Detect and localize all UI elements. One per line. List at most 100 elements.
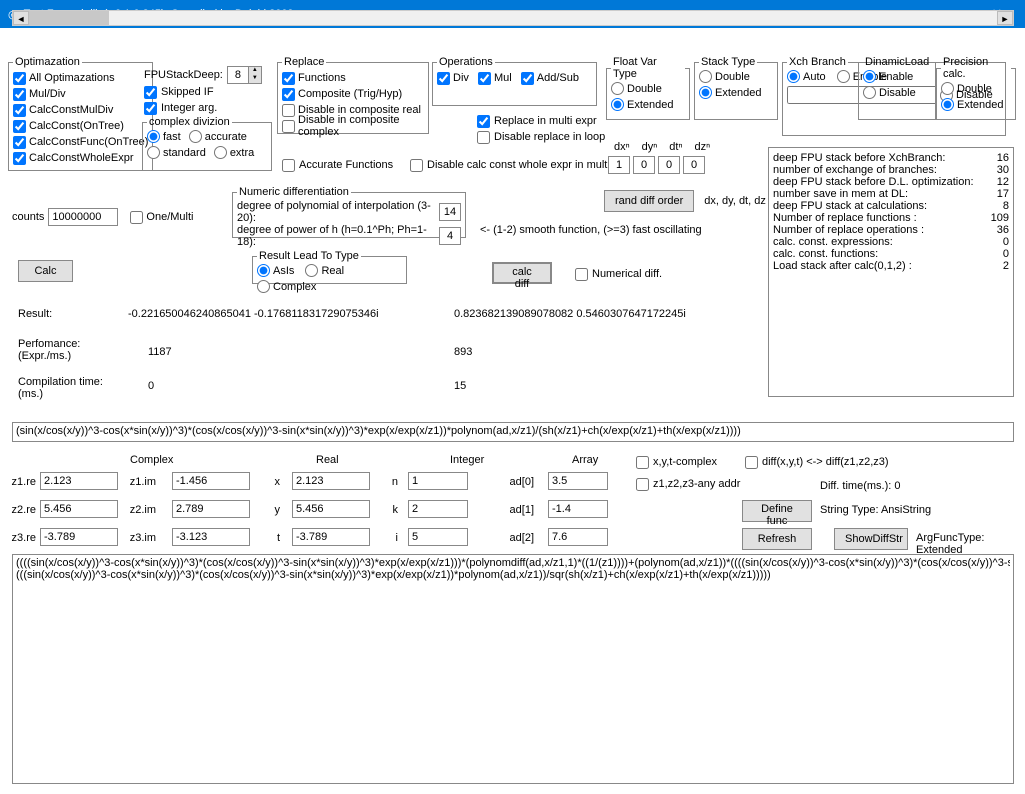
expression-input[interactable]: (sin(x/cos(x/y))^3-cos(x*sin(x/y))^3)*(c… — [12, 422, 1014, 442]
chk-numerical-diff[interactable] — [575, 268, 588, 281]
optimization-group: Optimazation All Optimazations Mul/Div C… — [8, 56, 153, 171]
t-input[interactable] — [292, 528, 370, 546]
result-lead-group: Result Lead To Type AsIs Real Complex — [252, 250, 407, 284]
rlt-asis[interactable] — [257, 264, 270, 277]
dz-input[interactable] — [683, 156, 705, 174]
counts-label: counts — [12, 211, 44, 223]
ad2-input[interactable] — [548, 528, 608, 546]
rlt-complex[interactable] — [257, 280, 270, 293]
opt-calcconstmuldiv[interactable] — [13, 104, 26, 117]
rlt-real[interactable] — [305, 264, 318, 277]
rand-diff-order-button[interactable]: rand diff order — [604, 190, 694, 212]
k-input[interactable] — [408, 500, 468, 518]
opt-calcconst-ontree[interactable] — [13, 120, 26, 133]
ndiff-note: <- (1-2) smooth function, (>=3) fast osc… — [480, 224, 702, 236]
result-label: Result: — [18, 308, 52, 320]
chk-disable-composite-complex[interactable] — [282, 120, 295, 133]
scroll-right-icon[interactable]: ► — [997, 11, 1013, 25]
chk-xyt-complex[interactable] — [636, 456, 649, 469]
y-input[interactable] — [292, 500, 370, 518]
ad1-input[interactable] — [548, 500, 608, 518]
x-input[interactable] — [292, 472, 370, 490]
operations-group: Operations Div Mul Add/Sub — [432, 56, 597, 106]
diff-time: Diff. time(ms.): 0 — [820, 480, 900, 492]
z3im-input[interactable] — [172, 528, 250, 546]
comp-label: Compilation time: (ms.) — [18, 376, 128, 400]
ad0-input[interactable] — [548, 472, 608, 490]
prec-double[interactable] — [941, 82, 954, 95]
opt-all[interactable] — [13, 72, 26, 85]
complex-division-group: complex divizion fastaccurate standardex… — [142, 116, 272, 171]
chk-accurate-functions[interactable] — [282, 159, 295, 172]
comp-value-1: 0 — [148, 380, 154, 392]
n-input[interactable] — [408, 472, 468, 490]
chk-integer-arg[interactable] — [144, 102, 157, 115]
opt-calcconstfunc[interactable] — [13, 136, 26, 149]
chk-replace-composite[interactable] — [282, 88, 295, 101]
fvt-double[interactable] — [611, 82, 624, 95]
floatvartype-group: Float Var Type Double Extended — [606, 56, 690, 120]
chk-disable-calc-const-whole[interactable] — [410, 159, 423, 172]
arg-func-type: ArgFuncType: Extended — [916, 532, 1025, 556]
z2re-input[interactable] — [40, 500, 118, 518]
chk-any-addr[interactable] — [636, 478, 649, 491]
z1re-input[interactable] — [40, 472, 118, 490]
counts-input[interactable] — [48, 208, 118, 226]
fpu-spin[interactable]: ▲▼ — [249, 66, 262, 84]
show-diff-str-button[interactable]: ShowDiffStr — [834, 528, 908, 550]
chk-diff-xyt[interactable] — [745, 456, 758, 469]
replace-group: Replace Functions Composite (Trig/Hyp) D… — [277, 56, 429, 134]
stype-double[interactable] — [699, 70, 712, 83]
poly-degree-input[interactable] — [439, 203, 461, 221]
define-func-button[interactable]: Define func — [742, 500, 812, 522]
z2im-input[interactable] — [172, 500, 250, 518]
z3re-input[interactable] — [40, 528, 118, 546]
stype-extended[interactable] — [699, 86, 712, 99]
fpu-stack-deep[interactable] — [227, 66, 249, 84]
h-degree-input[interactable] — [439, 227, 461, 245]
chk-disable-replace-loop[interactable] — [477, 131, 490, 144]
xch-enable[interactable] — [837, 70, 850, 83]
opt-calcconstwhole[interactable] — [13, 152, 26, 165]
chk-replace-multi[interactable] — [477, 115, 490, 128]
result-value-1: -0.221650046240865041 -0.176811831729075… — [128, 308, 379, 320]
precision-group: Precision calc. Double Extended — [936, 56, 1016, 120]
cdiv-fast[interactable] — [147, 130, 160, 143]
chk-op-div[interactable] — [437, 72, 450, 85]
dt-input[interactable] — [658, 156, 680, 174]
calc-button[interactable]: Calc — [18, 260, 73, 282]
chk-skipped-if[interactable] — [144, 86, 157, 99]
result-value-2: 0.823682139089078082 0.546030764717224​5… — [454, 308, 686, 320]
i-input[interactable] — [408, 528, 468, 546]
cdiv-standard[interactable] — [147, 146, 160, 159]
optimization-legend: Optimazation — [13, 56, 82, 68]
chk-replace-functions[interactable] — [282, 72, 295, 85]
fvt-extended[interactable] — [611, 98, 624, 111]
chk-disable-composite-real[interactable] — [282, 104, 295, 117]
comp-value-2: 15 — [454, 380, 466, 392]
dload-disable[interactable] — [863, 86, 876, 99]
cdiv-accurate[interactable] — [189, 130, 202, 143]
chk-op-mul[interactable] — [478, 72, 491, 85]
fpu-label: FPUStackDeep: — [144, 69, 223, 81]
opt-muldiv[interactable] — [13, 88, 26, 101]
dx-input[interactable] — [608, 156, 630, 174]
diff-output[interactable]: ((((sin(x/cos(x/y))^3-cos(x*sin(x/y))^3)… — [12, 554, 1014, 784]
calc-diff-button[interactable]: calc diff — [492, 262, 552, 284]
chk-op-addsub[interactable] — [521, 72, 534, 85]
numeric-diff-group: Numeric differentiation degree of polyno… — [232, 186, 466, 238]
z1im-input[interactable] — [172, 472, 250, 490]
stacktype-group: Stack Type Double Extended — [694, 56, 778, 120]
dload-enable[interactable] — [863, 70, 876, 83]
cdiv-extra[interactable] — [214, 146, 227, 159]
horizontal-scrollbar[interactable]: ◄ ► — [12, 10, 1014, 26]
scroll-left-icon[interactable]: ◄ — [13, 11, 29, 25]
dy-input[interactable] — [633, 156, 655, 174]
dinamicload-group: DinamicLoad Enable Disable — [858, 56, 936, 120]
refresh-button[interactable]: Refresh — [742, 528, 812, 550]
chk-one-multi[interactable] — [130, 211, 143, 224]
stats-panel: deep FPU stack before XchBranch:16number… — [768, 147, 1014, 397]
xch-auto[interactable] — [787, 70, 800, 83]
perf-value-2: 893 — [454, 346, 472, 358]
prec-extended[interactable] — [941, 98, 954, 111]
